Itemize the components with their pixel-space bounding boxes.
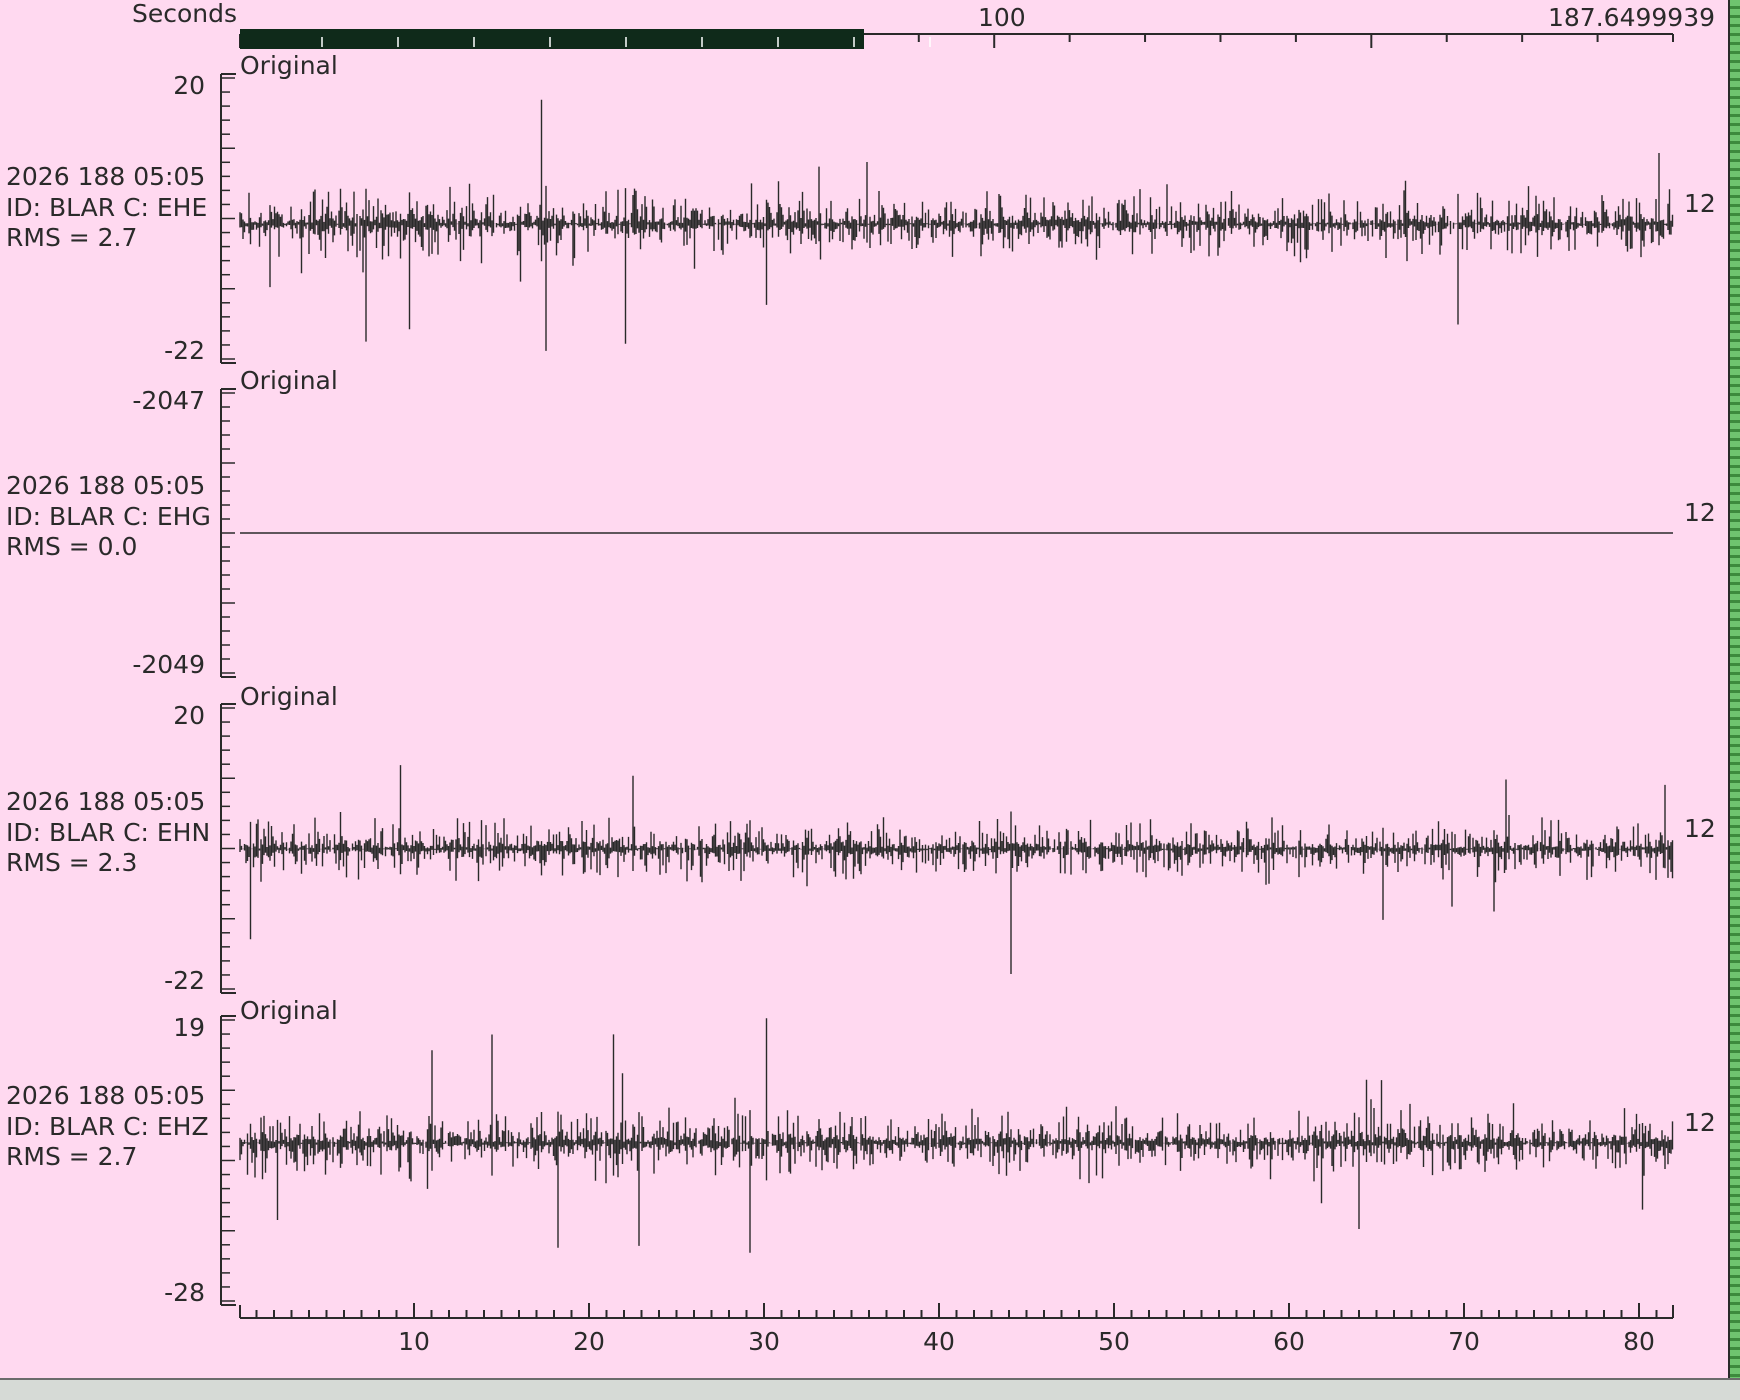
y-min-label: -28 xyxy=(164,1278,205,1307)
waveform-trace[interactable] xyxy=(239,99,1674,351)
y-max-label: 20 xyxy=(173,701,205,730)
trace-id: ID: BLAR C: EHG xyxy=(6,502,211,531)
y-min-label: -2049 xyxy=(132,650,205,679)
channel-panel-ehg[interactable]: Original -2047 -2049 2026 188 05:05ID: BLAR… xyxy=(6,366,1716,679)
trace-rms: RMS = 2.7 xyxy=(6,223,137,252)
trace-id: ID: BLAR C: EHE xyxy=(6,193,207,222)
y-max-label: -2047 xyxy=(132,386,205,415)
channel-panel-ehn[interactable]: Original 20 -22 2026 188 05:05ID: BLAR C: E… xyxy=(6,682,1716,995)
bottom-axis-tick-label: 20 xyxy=(573,1327,605,1356)
trace-date: 2026 188 05:05 xyxy=(6,471,205,500)
channel-panels: Original20-222026 188 05:05ID: BLAR C: E… xyxy=(6,51,1716,1307)
bottom-axis-tick-label: 40 xyxy=(923,1327,955,1356)
top-axis-end-label: 187.6499939 xyxy=(1548,3,1715,32)
trace-right-value: 12 xyxy=(1684,1108,1716,1137)
bottom-axis-tick-label: 10 xyxy=(398,1327,430,1356)
trace-rms: RMS = 2.7 xyxy=(6,1142,137,1171)
y-max-label: 19 xyxy=(173,1013,205,1042)
trace-date: 2026 188 05:05 xyxy=(6,787,205,816)
right-scrollbar-strip[interactable] xyxy=(1728,0,1740,1380)
y-min-label: -22 xyxy=(164,336,205,365)
top-axis-seconds-label: Seconds xyxy=(132,0,237,28)
bottom-axis-ticks: 10 20 30 40 50 60 70 80 xyxy=(255,1303,1658,1356)
waveform-trace[interactable] xyxy=(239,765,1674,974)
trace-right-value: 12 xyxy=(1684,189,1716,218)
trace-date: 2026 188 05:05 xyxy=(6,162,205,191)
trace-tag: Original xyxy=(240,51,338,80)
top-axis-mid-label: 100 xyxy=(978,3,1026,32)
bottom-axis-tick-label: 30 xyxy=(748,1327,780,1356)
bottom-axis-tick-label: 60 xyxy=(1273,1327,1305,1356)
trace-tag: Original xyxy=(240,366,338,395)
time-scroll-thumb[interactable] xyxy=(240,29,864,49)
trace-right-value: 12 xyxy=(1684,498,1716,527)
y-min-label: -22 xyxy=(164,966,205,995)
trace-id: ID: BLAR C: EHN xyxy=(6,818,210,847)
trace-id: ID: BLAR C: EHZ xyxy=(6,1112,209,1141)
bottom-axis-tick-label: 70 xyxy=(1448,1327,1480,1356)
waveform-trace[interactable] xyxy=(239,1018,1674,1253)
trace-date: 2026 188 05:05 xyxy=(6,1081,205,1110)
bottom-status-bar xyxy=(0,1378,1740,1400)
y-max-label: 20 xyxy=(173,71,205,100)
channel-panel-ehz[interactable]: Original 19 -28 2026 188 05:05ID: BLAR C: E… xyxy=(6,996,1716,1307)
seismogram-plot[interactable]: Seconds 100 187.6499939 Original20-22202… xyxy=(0,0,1730,1378)
trace-right-value: 12 xyxy=(1684,814,1716,843)
trace-tag: Original xyxy=(240,682,338,711)
bottom-axis-tick-label: 50 xyxy=(1098,1327,1130,1356)
trace-rms: RMS = 0.0 xyxy=(6,532,137,561)
bottom-axis-tick-label: 80 xyxy=(1623,1327,1655,1356)
trace-rms: RMS = 2.3 xyxy=(6,848,137,877)
channel-panel-ehe[interactable]: Original 20 -22 2026 188 05:05ID: BLAR C: E… xyxy=(6,51,1716,365)
trace-tag: Original xyxy=(240,996,338,1025)
